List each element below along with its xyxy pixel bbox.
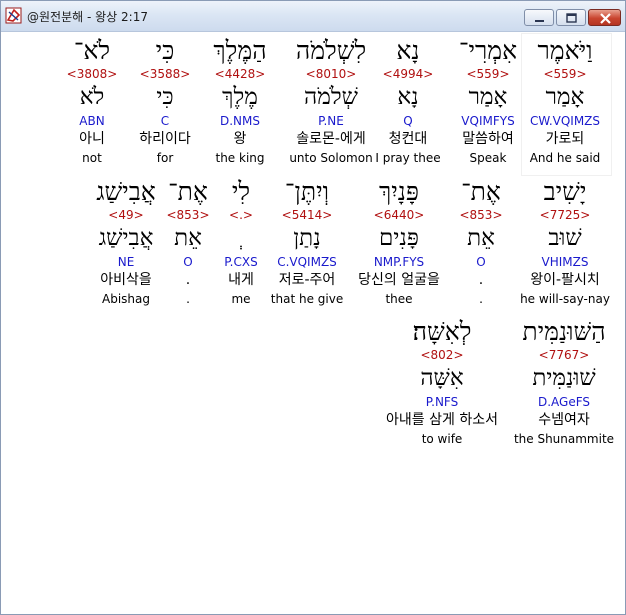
morphology-code: P.NFS: [425, 395, 459, 409]
morphology-code: ABN: [79, 114, 105, 128]
word-cell[interactable]: לֹא־ <3808> לֹא ABN 아니 not: [22, 36, 162, 171]
morphology-code: D.AGeFS: [537, 395, 591, 409]
minimize-button[interactable]: [524, 9, 554, 26]
english-gloss: the Shunammite: [513, 432, 615, 446]
strong-number: <49>: [108, 208, 144, 222]
minimize-icon: [535, 20, 544, 22]
strong-number: <3808>: [66, 67, 118, 81]
english-gloss: not: [82, 151, 102, 165]
korean-gloss: 수넴여자: [538, 412, 590, 428]
lemma: לֹא: [79, 84, 105, 110]
maximize-icon: [566, 13, 577, 23]
korean-gloss: 아니: [79, 131, 105, 147]
word-cell[interactable]: אֲבִישַׁג <49> אֲבִישַׁג NE 아비삭을 Abishag: [56, 177, 196, 312]
hebrew-word: הַשּׁוּנַמִּית: [522, 317, 606, 346]
word-cell[interactable]: הַשּׁוּנַמִּית <7767> שׁוּנַמִּית D.AGeFS 수넴…: [494, 317, 626, 452]
app-window: @원전분해 - 왕상 2:17 וַיֹּאמֶר <559> אָמַר CW.VQ…: [0, 0, 626, 615]
window-title: @원전분해 - 왕상 2:17: [27, 10, 148, 24]
close-button[interactable]: [588, 9, 621, 26]
lemma: שׁוּנַמִּית: [532, 365, 596, 391]
hebrew-word: לֹא־: [73, 36, 111, 65]
lemma: אֲבִישַׁג: [98, 225, 154, 251]
english-gloss: to wife: [421, 432, 463, 446]
korean-gloss: 아내를 삼게 하소서: [386, 412, 498, 428]
hebrew-word: אֲבִישַׁג: [96, 177, 156, 206]
korean-gloss: 아비삭을: [100, 272, 152, 288]
word-cell[interactable]: לְאִשָּׁה׃ <802> אִשָּׁה P.NFS 아내를 삼게 하소서 to …: [372, 317, 512, 452]
strong-number: <7767>: [538, 348, 590, 362]
maximize-button[interactable]: [556, 9, 586, 26]
english-gloss: Abishag: [102, 292, 150, 306]
app-logo-icon: [5, 7, 22, 24]
strong-number: <802>: [420, 348, 464, 362]
lemma: אִשָּׁה: [420, 365, 464, 391]
title-bar[interactable]: @원전분해 - 왕상 2:17: [1, 1, 625, 32]
close-icon: [600, 13, 611, 24]
morphology-code: NE: [117, 255, 135, 269]
hebrew-word: לְאִשָּׁה׃: [412, 317, 472, 346]
